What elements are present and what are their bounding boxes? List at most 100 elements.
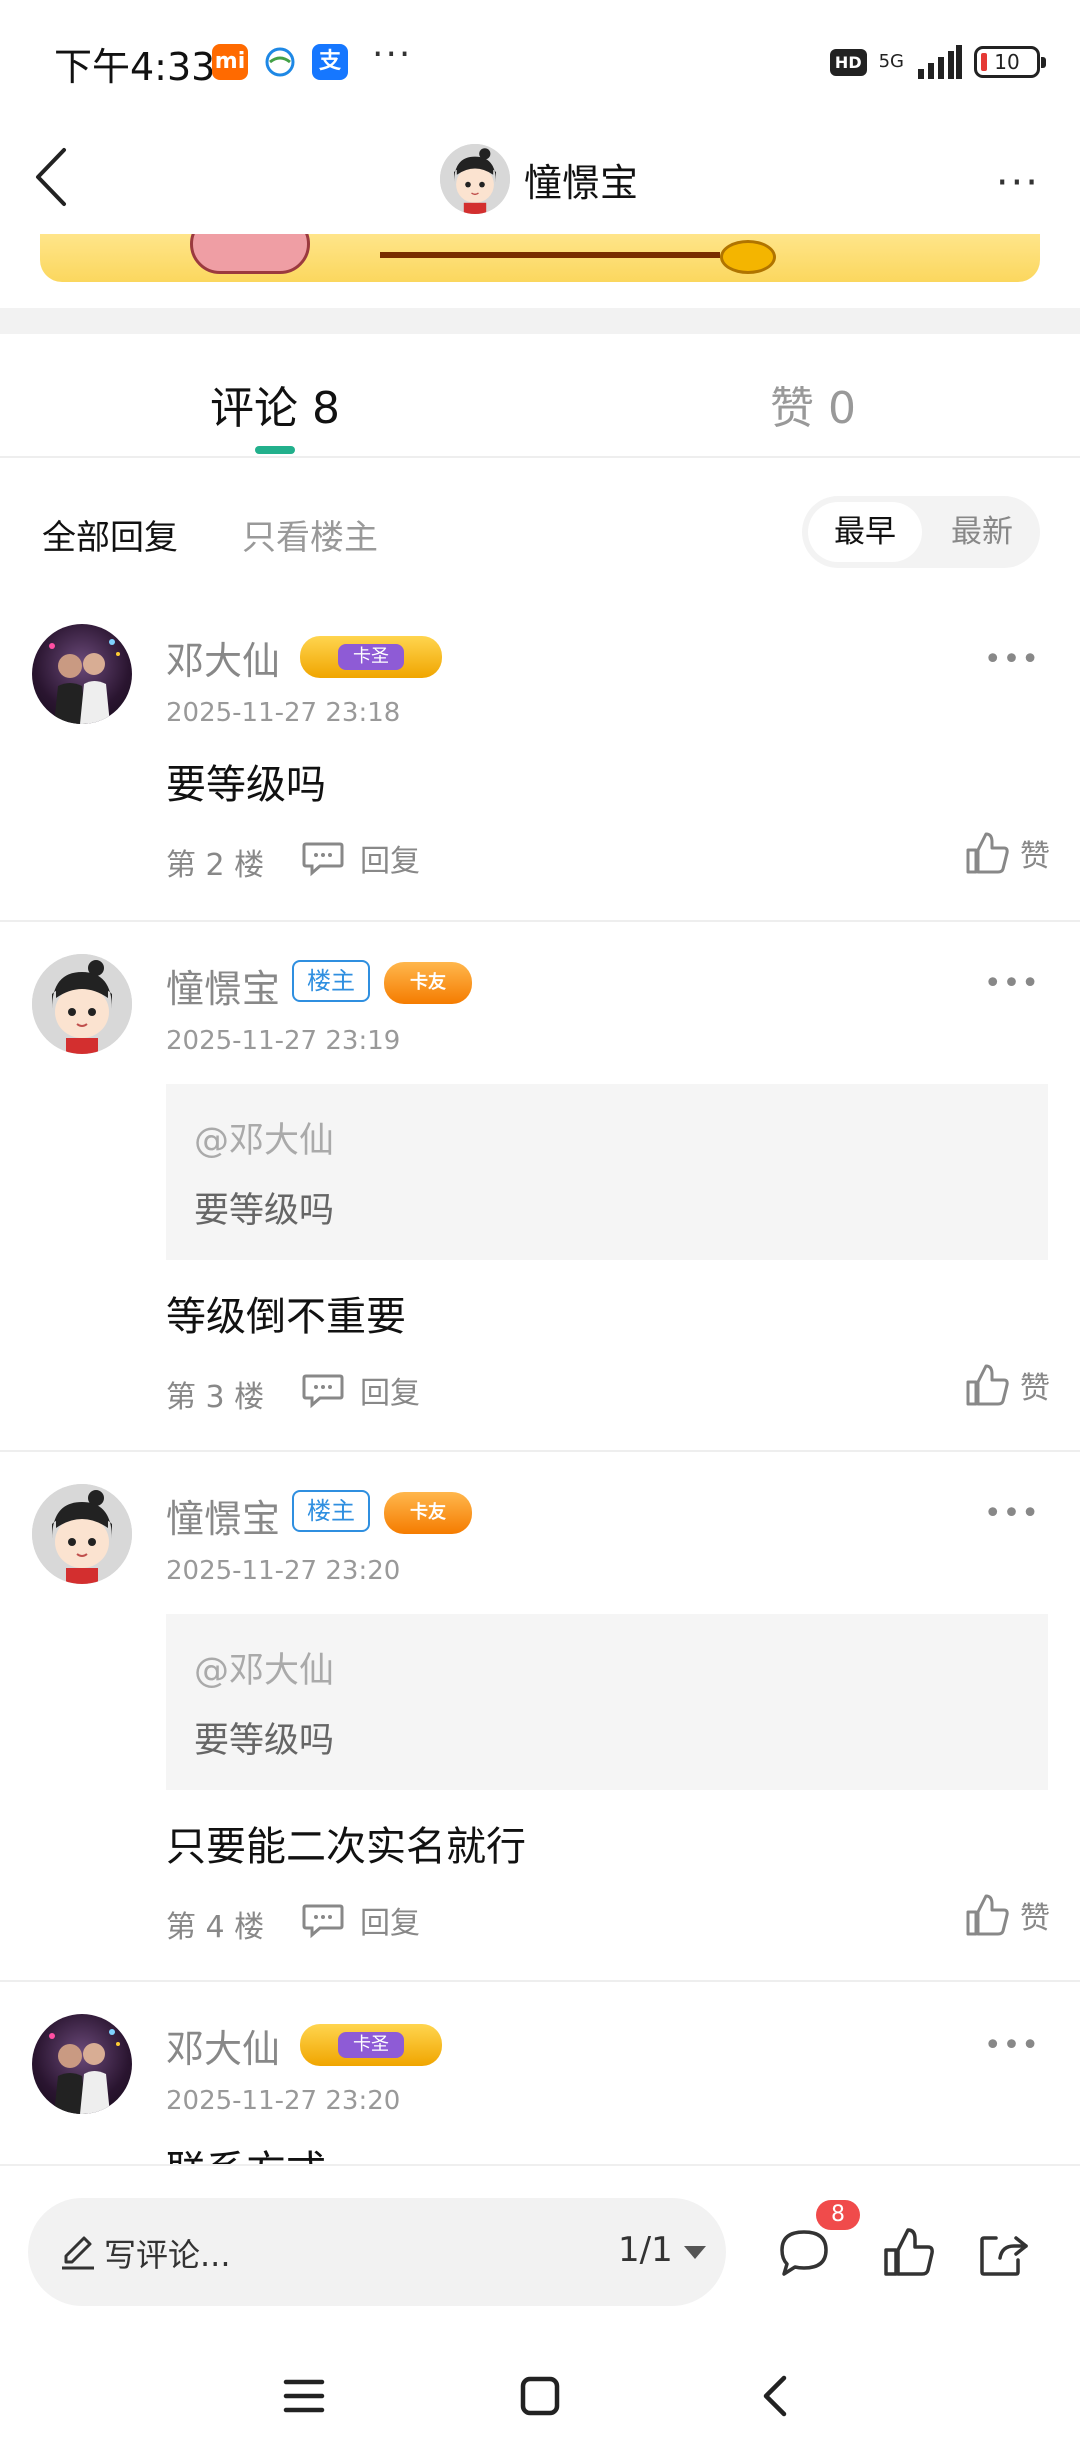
menu-icon[interactable] — [274, 2366, 334, 2426]
thumb-up-icon — [966, 1894, 1009, 1936]
page-indicator[interactable]: 1/1 — [618, 2230, 673, 2270]
sort-earliest[interactable]: 最早 — [808, 502, 922, 562]
chevron-down-icon[interactable] — [684, 2246, 706, 2259]
more-options-button[interactable]: ··· — [996, 160, 1040, 206]
tab-bar: 评论 8 赞 0 — [0, 334, 1080, 458]
like-label: 赞 — [1020, 1901, 1050, 1936]
post-author[interactable]: 憧憬宝 — [440, 134, 638, 224]
section-divider — [0, 308, 1080, 334]
tab-indicator — [255, 446, 295, 454]
mi-app-icon: mi — [212, 44, 248, 80]
cartoon-avatar-icon — [32, 954, 132, 1054]
signal-icon — [918, 45, 962, 79]
thumb-up-icon[interactable] — [878, 2222, 938, 2282]
thumb-up-icon — [966, 1364, 1009, 1406]
reply-label: 回复 — [360, 1906, 420, 1941]
quoted-user[interactable]: @邓大仙 — [194, 1642, 334, 1693]
like-button[interactable]: 赞 — [964, 830, 1050, 876]
comment-author[interactable]: 憧憬宝 — [166, 1488, 280, 1543]
pencil-icon — [62, 2236, 94, 2270]
battery-icon: 10 — [974, 46, 1046, 78]
comment-author[interactable]: 邓大仙 — [166, 2018, 280, 2073]
system-nav-bar — [0, 2324, 1080, 2460]
reply-icon — [302, 842, 344, 877]
comment-more-button[interactable]: ••• — [984, 642, 1040, 677]
comment-item: 邓大仙 卡圣 ••• 2025-11-27 23:18 要等级吗 第 2 楼 回… — [0, 606, 1080, 922]
comment-filter: 全部回复 只看楼主 最早 最新 — [0, 458, 1080, 606]
avatar[interactable] — [440, 144, 510, 214]
filter-owner-only[interactable]: 只看楼主 — [242, 510, 378, 559]
comment-author[interactable]: 憧憬宝 — [166, 958, 280, 1013]
comment-author[interactable]: 邓大仙 — [166, 630, 280, 685]
avatar[interactable] — [32, 624, 132, 724]
reply-button[interactable]: 回复 — [300, 1368, 420, 1412]
quoted-text: 要等级吗 — [194, 1191, 335, 1231]
hd-icon: HD — [829, 48, 867, 76]
level-badge: 卡友 — [384, 962, 472, 1004]
comment-text: 要等级吗 — [166, 762, 326, 808]
like-label: 赞 — [1020, 1371, 1050, 1406]
cartoon-avatar-icon — [440, 144, 510, 214]
back-icon[interactable] — [746, 2366, 806, 2426]
floor-number: 第 3 楼 — [166, 1380, 265, 1415]
tab-likes[interactable]: 赞 0 — [770, 372, 856, 436]
reply-button[interactable]: 回复 — [300, 836, 420, 880]
cartoon-avatar-icon — [32, 1484, 132, 1584]
comment-more-button[interactable]: ••• — [984, 966, 1040, 1001]
comment-item: 邓大仙 卡圣 ••• 2025-11-27 23:20 联系方式 — [0, 1982, 1080, 2164]
comment-more-button[interactable]: ••• — [984, 1496, 1040, 1531]
comment-date: 2025-11-27 23:19 — [166, 1026, 401, 1056]
home-icon[interactable] — [510, 2366, 570, 2426]
quoted-user[interactable]: @邓大仙 — [194, 1112, 334, 1163]
status-right: HD 5G 10 — [829, 42, 1046, 82]
promo-banner[interactable] — [40, 234, 1040, 282]
comment-text: 只要能二次实名就行 — [166, 1824, 526, 1870]
tab-comments[interactable]: 评论 8 — [210, 372, 340, 436]
back-icon[interactable] — [24, 142, 84, 212]
avatar[interactable] — [32, 2014, 132, 2114]
sort-toggle: 最早 最新 — [802, 496, 1040, 568]
like-button[interactable]: 赞 — [964, 1892, 1050, 1938]
floor-number: 第 4 楼 — [166, 1910, 265, 1945]
filter-all-replies[interactable]: 全部回复 — [42, 510, 178, 559]
status-bar: 下午4:33 mi 支 ··· HD 5G 10 — [0, 0, 1080, 124]
reply-button[interactable]: 回复 — [300, 1898, 420, 1942]
quoted-comment: @邓大仙 要等级吗 — [166, 1084, 1048, 1260]
comment-item: 憧憬宝 楼主 卡友 ••• 2025-11-27 23:19 @邓大仙 要等级吗… — [0, 922, 1080, 1452]
banner-decoration — [380, 234, 720, 258]
share-icon[interactable] — [974, 2222, 1034, 2282]
status-time: 下午4:33 — [54, 45, 216, 89]
reply-label: 回复 — [360, 1376, 420, 1411]
like-label: 赞 — [1020, 839, 1050, 874]
network-type: 5G — [878, 51, 904, 72]
comment-more-button[interactable]: ••• — [984, 2028, 1040, 2063]
reply-icon — [302, 1904, 344, 1939]
comment-placeholder: 写评论... — [104, 2236, 231, 2274]
avatar[interactable] — [32, 954, 132, 1054]
like-button[interactable]: 赞 — [964, 1362, 1050, 1408]
photo-avatar-icon — [49, 639, 120, 724]
avatar[interactable] — [32, 1484, 132, 1584]
alipay-app-icon: 支 — [312, 44, 348, 80]
comment-icon[interactable] — [774, 2222, 834, 2282]
reply-label: 回复 — [360, 844, 420, 879]
reply-icon — [302, 1374, 344, 1409]
quoted-text: 要等级吗 — [194, 1721, 335, 1761]
top-nav: 憧憬宝 ··· — [0, 124, 1080, 234]
thumb-up-icon — [966, 832, 1009, 874]
floor-number: 第 2 楼 — [166, 848, 265, 883]
comment-date: 2025-11-27 23:18 — [166, 698, 401, 728]
comment-bar: 写评论... 1/1 8 — [0, 2164, 1080, 2324]
level-badge: 卡圣 — [300, 2024, 442, 2066]
comment-text: 等级倒不重要 — [166, 1294, 406, 1340]
comment-item: 憧憬宝 楼主 卡友 ••• 2025-11-27 23:20 @邓大仙 要等级吗… — [0, 1452, 1080, 1982]
level-badge: 卡圣 — [300, 636, 442, 678]
comment-input[interactable]: 写评论... 1/1 — [28, 2198, 726, 2306]
coin-icon — [720, 240, 776, 274]
owner-tag: 楼主 — [292, 1490, 370, 1532]
owner-tag: 楼主 — [292, 960, 370, 1002]
photo-avatar-icon — [49, 2029, 120, 2114]
comment-text: 联系方式 — [166, 2138, 326, 2164]
level-badge: 卡友 — [384, 1492, 472, 1534]
sort-latest[interactable]: 最新 — [932, 502, 1032, 562]
